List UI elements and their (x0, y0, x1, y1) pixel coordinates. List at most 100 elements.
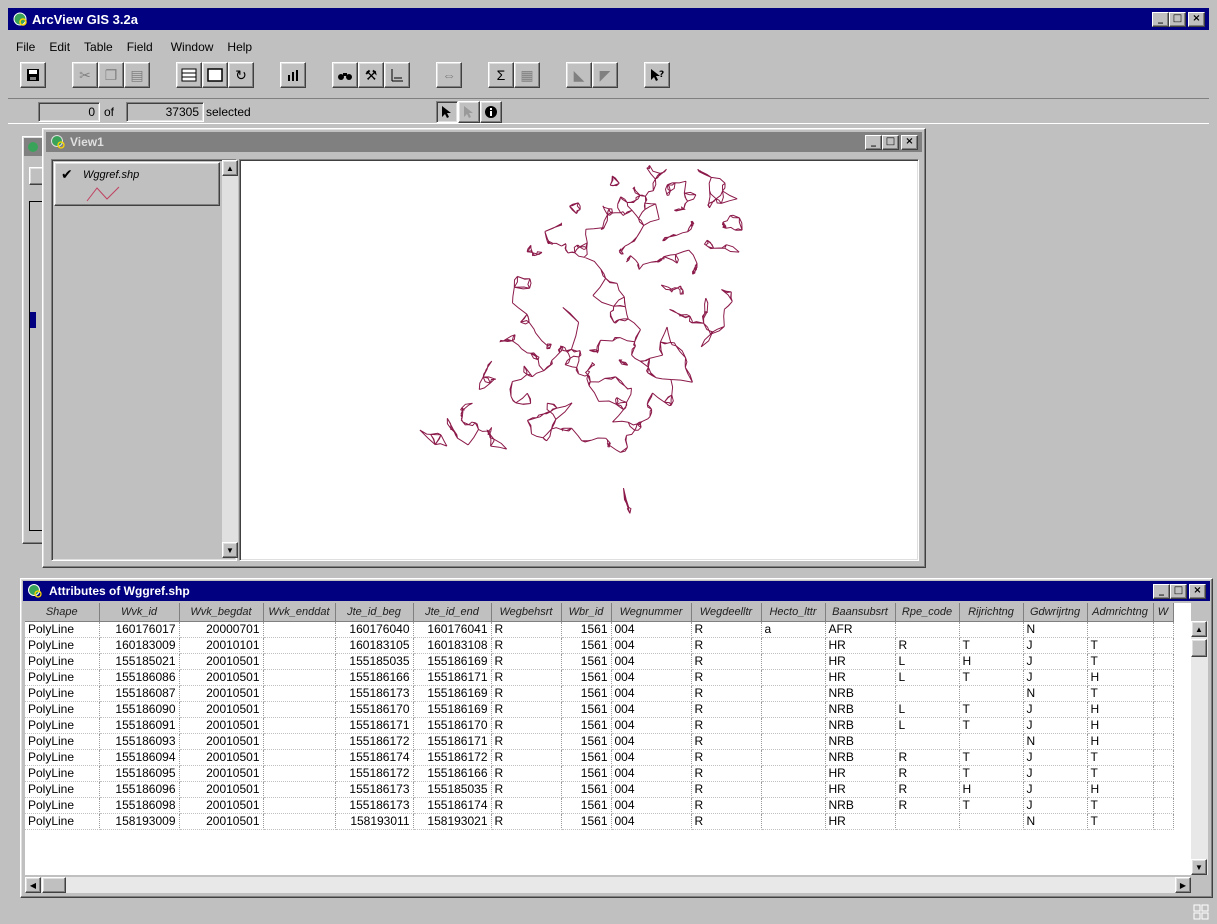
table-cell[interactable] (263, 781, 336, 798)
table-cell[interactable]: 160183009 (99, 637, 180, 654)
table-cell[interactable] (263, 637, 336, 654)
table-cell[interactable]: R (691, 749, 762, 766)
column-header[interactable]: Gdwrijrtng (1023, 603, 1088, 622)
table-cell[interactable]: R (691, 653, 762, 670)
table-cell[interactable] (263, 717, 336, 734)
table-cell[interactable]: 155186086 (99, 669, 180, 686)
column-header[interactable]: Jte_id_beg (335, 603, 414, 622)
table-cell[interactable]: PolyLine (25, 749, 100, 766)
table-cell[interactable]: 004 (611, 685, 692, 702)
table-cell[interactable]: T (959, 669, 1024, 686)
table-cell[interactable]: 1561 (561, 637, 612, 654)
table-cell[interactable]: 155186173 (335, 685, 414, 702)
table-cell[interactable]: N (1023, 621, 1088, 638)
table-cell[interactable]: 1561 (561, 621, 612, 638)
menu-field[interactable]: Field (127, 40, 153, 54)
table-row[interactable]: PolyLine 155186094 20010501 155186174 155186… (25, 749, 1174, 766)
menu-help[interactable]: Help (227, 40, 252, 54)
view1-window[interactable]: View1 _ □ × ✔ Wggref.shp ▲ ▼ (42, 128, 926, 568)
table-hscroll-thumb[interactable] (42, 877, 66, 893)
table-cell[interactable]: 1561 (561, 813, 612, 830)
table-cell[interactable]: HR (825, 813, 896, 830)
column-header[interactable]: Wegbehsrt (491, 603, 562, 622)
table-cell[interactable] (895, 813, 960, 830)
table-cell[interactable]: T (1087, 765, 1154, 782)
table-cell[interactable]: 155186170 (335, 701, 414, 718)
close-button[interactable]: × (1188, 11, 1205, 27)
table-cell[interactable] (1153, 781, 1174, 798)
table-row[interactable]: PolyLine 155186090 20010501 155186170 155186… (25, 701, 1174, 718)
table-cell[interactable] (895, 621, 960, 638)
table-cell[interactable]: T (959, 717, 1024, 734)
layer-visibility-checkbox[interactable]: ✔ (61, 167, 73, 183)
view1-close-button[interactable]: × (901, 134, 918, 150)
table-cell[interactable]: R (491, 669, 562, 686)
table-cell[interactable]: 155186096 (99, 781, 180, 798)
save-icon[interactable] (20, 62, 46, 88)
table-cell[interactable]: N (1023, 733, 1088, 750)
table-cell[interactable]: 160176041 (413, 621, 492, 638)
cut-icon[interactable]: ✂ (72, 62, 98, 88)
table-cell[interactable]: 155186087 (99, 685, 180, 702)
table-cell[interactable]: R (895, 781, 960, 798)
column-header[interactable]: Hecto_lttr (761, 603, 826, 622)
table-cell[interactable]: T (1087, 797, 1154, 814)
table-cell[interactable]: HR (825, 669, 896, 686)
table-cell[interactable]: 155186090 (99, 701, 180, 718)
table-scroll-left-icon[interactable]: ◀ (25, 877, 41, 893)
table-cell[interactable]: PolyLine (25, 781, 100, 798)
table-cell[interactable]: 20010501 (179, 653, 264, 670)
table-cell[interactable]: 155186172 (413, 749, 492, 766)
table-cell[interactable]: R (691, 685, 762, 702)
table-cell[interactable]: 155186173 (335, 797, 414, 814)
table-cell[interactable]: a (761, 621, 826, 638)
table-cell[interactable]: PolyLine (25, 813, 100, 830)
table-cell[interactable] (761, 765, 826, 782)
menu-edit[interactable]: Edit (49, 40, 70, 54)
table-cell[interactable]: H (1087, 781, 1154, 798)
table-cell[interactable] (1153, 685, 1174, 702)
chart-icon[interactable] (280, 62, 306, 88)
table-cell[interactable]: NRB (825, 701, 896, 718)
menu-file[interactable]: File (16, 40, 35, 54)
table-cell[interactable]: AFR (825, 621, 896, 638)
table-cell[interactable]: 1561 (561, 781, 612, 798)
table-cell[interactable]: R (491, 637, 562, 654)
table-cell[interactable]: HR (825, 637, 896, 654)
table-cell[interactable] (959, 621, 1024, 638)
column-header[interactable]: Jte_id_end (413, 603, 492, 622)
copy-icon[interactable]: ❐ (98, 62, 124, 88)
query-builder-icon[interactable]: ⚒ (358, 62, 384, 88)
table-cell[interactable]: 158193011 (335, 813, 414, 830)
table-properties-icon[interactable] (176, 62, 202, 88)
table-cell[interactable]: R (491, 765, 562, 782)
table-cell[interactable] (959, 813, 1024, 830)
table-cell[interactable]: 004 (611, 765, 692, 782)
column-header[interactable]: Wbr_id (561, 603, 612, 622)
table-cell[interactable]: PolyLine (25, 717, 100, 734)
table-cell[interactable]: PolyLine (25, 765, 100, 782)
table-cell[interactable] (761, 637, 826, 654)
sort-descending-icon[interactable]: ◤ (592, 62, 618, 88)
table-cell[interactable] (761, 813, 826, 830)
table-cell[interactable] (263, 701, 336, 718)
table-cell[interactable]: 158193009 (99, 813, 180, 830)
layer-entry[interactable]: ✔ Wggref.shp (54, 162, 220, 206)
table-cell[interactable]: 20010501 (179, 813, 264, 830)
table-cell[interactable]: 20010501 (179, 701, 264, 718)
table-cell[interactable]: 155186174 (335, 749, 414, 766)
table-cell[interactable]: 155186173 (335, 781, 414, 798)
view1-title-bar[interactable]: View1 _ □ × (46, 132, 922, 152)
table-cell[interactable]: 1561 (561, 733, 612, 750)
table-cell[interactable]: H (959, 653, 1024, 670)
table-cell[interactable]: PolyLine (25, 621, 100, 638)
table-cell[interactable]: R (691, 701, 762, 718)
table-cell[interactable]: J (1023, 669, 1088, 686)
table-cell[interactable]: NRB (825, 685, 896, 702)
table-cell[interactable]: R (691, 621, 762, 638)
table-cell[interactable] (761, 653, 826, 670)
table-cell[interactable]: 1561 (561, 701, 612, 718)
table-cell[interactable]: 004 (611, 621, 692, 638)
table-row[interactable]: PolyLine 155186098 20010501 155186173 155186… (25, 797, 1174, 814)
table-cell[interactable]: PolyLine (25, 669, 100, 686)
